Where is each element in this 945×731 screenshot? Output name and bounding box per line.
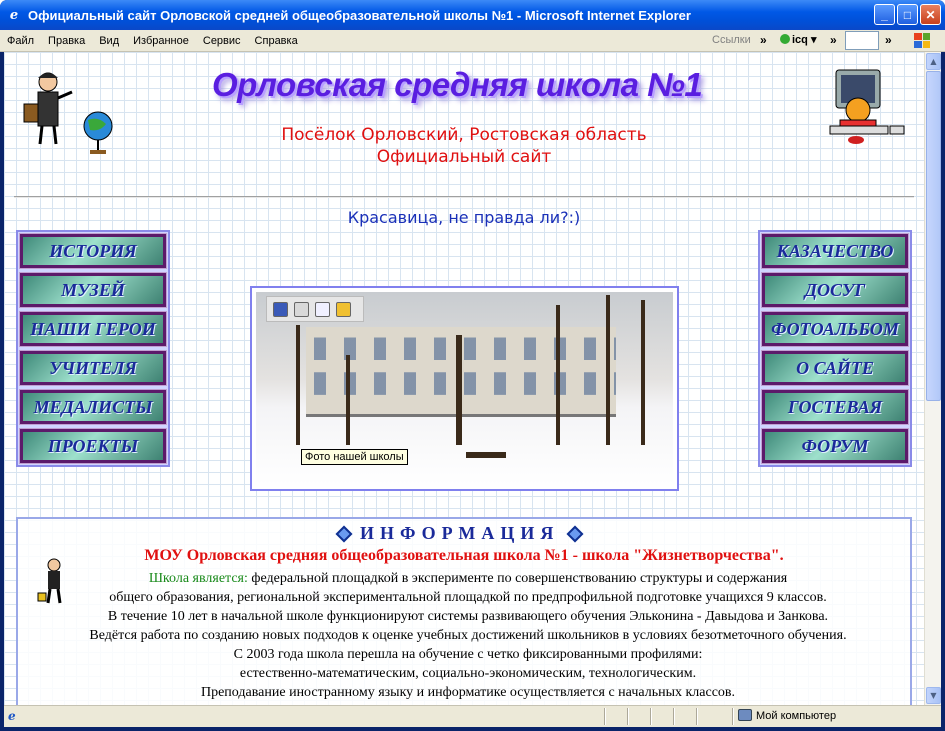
window-title: Официальный сайт Орловской средней общео… (28, 7, 691, 23)
header-divider (14, 196, 914, 198)
ie-logo-icon: e (9, 7, 19, 23)
scroll-down-arrow-icon[interactable]: ▼ (926, 687, 941, 704)
minimize-button[interactable]: _ (874, 4, 895, 25)
menu-help[interactable]: Справка (248, 35, 305, 47)
info-line-6: естественно-математическим, социально-эк… (239, 666, 697, 681)
toolbar-input[interactable] (845, 31, 879, 50)
my-computer-icon (738, 709, 752, 721)
computer-clipart-icon (829, 69, 905, 144)
subtitle-official: Официальный сайт (376, 147, 552, 167)
nav-medalists[interactable]: МЕДАЛИСТЫ (19, 389, 167, 425)
photo-tooltip: Фото нашей школы (301, 449, 408, 465)
nav-history[interactable]: ИСТОРИЯ (19, 233, 167, 269)
info-line-7: Преподавание иностранному языку и информ… (200, 685, 736, 700)
chevron-right-icon[interactable]: » (830, 33, 837, 47)
bench-image (466, 452, 506, 458)
subtitle: Посёлок Орловский, Ростовская область Оф… (204, 124, 724, 168)
info-line-3: В течение 10 лет в начальной школе функц… (107, 609, 829, 624)
menu-file[interactable]: Файл (0, 35, 41, 47)
vertical-scrollbar[interactable]: ▲ ▼ (924, 52, 941, 705)
info-lead: Школа является: (148, 571, 248, 586)
maximize-button[interactable]: □ (897, 4, 918, 25)
info-line-2: общего образования, региональной экспери… (109, 590, 827, 605)
nav-projects[interactable]: ПРОЕКТЫ (19, 428, 167, 464)
page-status-icon: e (8, 709, 16, 723)
nav-forum[interactable]: ФОРУМ (761, 428, 909, 464)
school-photo-frame: Фото нашей школы (250, 286, 679, 491)
school-photo[interactable]: Фото нашей школы (256, 292, 673, 485)
menu-bar: Файл Правка Вид Избранное Сервис Справка… (0, 30, 945, 52)
menu-tools[interactable]: Сервис (196, 35, 248, 47)
image-toolbar (266, 296, 364, 322)
security-zone-label: Мой компьютер (756, 710, 837, 722)
left-nav: ИСТОРИЯ МУЗЕЙ НАШИ ГЕРОИ УЧИТЕЛЯ МЕДАЛИС… (16, 230, 170, 467)
nav-heroes[interactable]: НАШИ ГЕРОИ (19, 311, 167, 347)
menu-view[interactable]: Вид (92, 35, 126, 47)
nav-museum[interactable]: МУЗЕЙ (19, 272, 167, 308)
scroll-thumb[interactable] (926, 71, 941, 401)
school-title: Орловская средняя школа №1 (212, 66, 703, 103)
nav-leisure[interactable]: ДОСУГ (761, 272, 909, 308)
nav-teachers[interactable]: УЧИТЕЛЯ (19, 350, 167, 386)
menu-favorites[interactable]: Избранное (126, 35, 196, 47)
menu-edit[interactable]: Правка (41, 35, 92, 47)
right-nav: КАЗАЧЕСТВО ДОСУГ ФОТОАЛЬБОМ О САЙТЕ ГОСТ… (758, 230, 912, 467)
icq-label: icq (792, 34, 808, 46)
nav-photoalbum[interactable]: ФОТОАЛЬБОМ (761, 311, 909, 347)
info-title: МОУ Орловская средняя общеобразовательна… (144, 547, 784, 564)
icq-flower-icon (780, 34, 790, 44)
diamond-icon (566, 525, 584, 542)
windows-logo-icon (912, 31, 932, 50)
links-label[interactable]: Ссылки (712, 34, 751, 46)
nav-about[interactable]: О САЙТЕ (761, 350, 909, 386)
title-bar[interactable]: e Официальный сайт Орловской средней общ… (0, 0, 945, 30)
folder-icon[interactable] (336, 301, 351, 317)
tagline: Красавица, не правда ли?:) (347, 208, 581, 227)
close-button[interactable]: ✕ (920, 4, 941, 25)
chevron-right-icon[interactable]: » (885, 33, 892, 47)
icq-button[interactable]: icq ▾ (780, 33, 816, 46)
browser-window: e Официальный сайт Орловской средней общ… (0, 0, 945, 731)
print-icon[interactable] (294, 301, 309, 317)
info-line-1: федеральной площадкой в эксперименте по … (247, 571, 788, 586)
chevron-right-icon[interactable]: » (760, 33, 767, 47)
info-line-4: Ведётся работа по созданию новых подходо… (89, 628, 847, 643)
diamond-icon (335, 525, 353, 542)
subtitle-location: Посёлок Орловский, Ростовская область (281, 125, 647, 145)
email-icon[interactable] (315, 301, 330, 317)
info-header: ИНФОРМАЦИЯ (335, 523, 584, 544)
info-body: Школа является: федеральной площадкой в … (38, 569, 898, 702)
scroll-up-arrow-icon[interactable]: ▲ (926, 53, 941, 70)
info-heading: ИНФОРМАЦИЯ (360, 523, 560, 543)
page-viewport: Орловская средняя школа №1 Посёлок Орлов… (4, 52, 924, 705)
nav-cossacks[interactable]: КАЗАЧЕСТВО (761, 233, 909, 269)
status-bar: e Мой компьютер (4, 705, 941, 727)
nav-guestbook[interactable]: ГОСТЕВАЯ (761, 389, 909, 425)
info-section: ИНФОРМАЦИЯ МОУ Орловская средняя общеобр… (16, 517, 912, 705)
save-icon[interactable] (273, 301, 288, 317)
teacher-clipart-icon (23, 72, 113, 154)
info-line-5: С 2003 года школа перешла на обучение с … (233, 647, 703, 662)
